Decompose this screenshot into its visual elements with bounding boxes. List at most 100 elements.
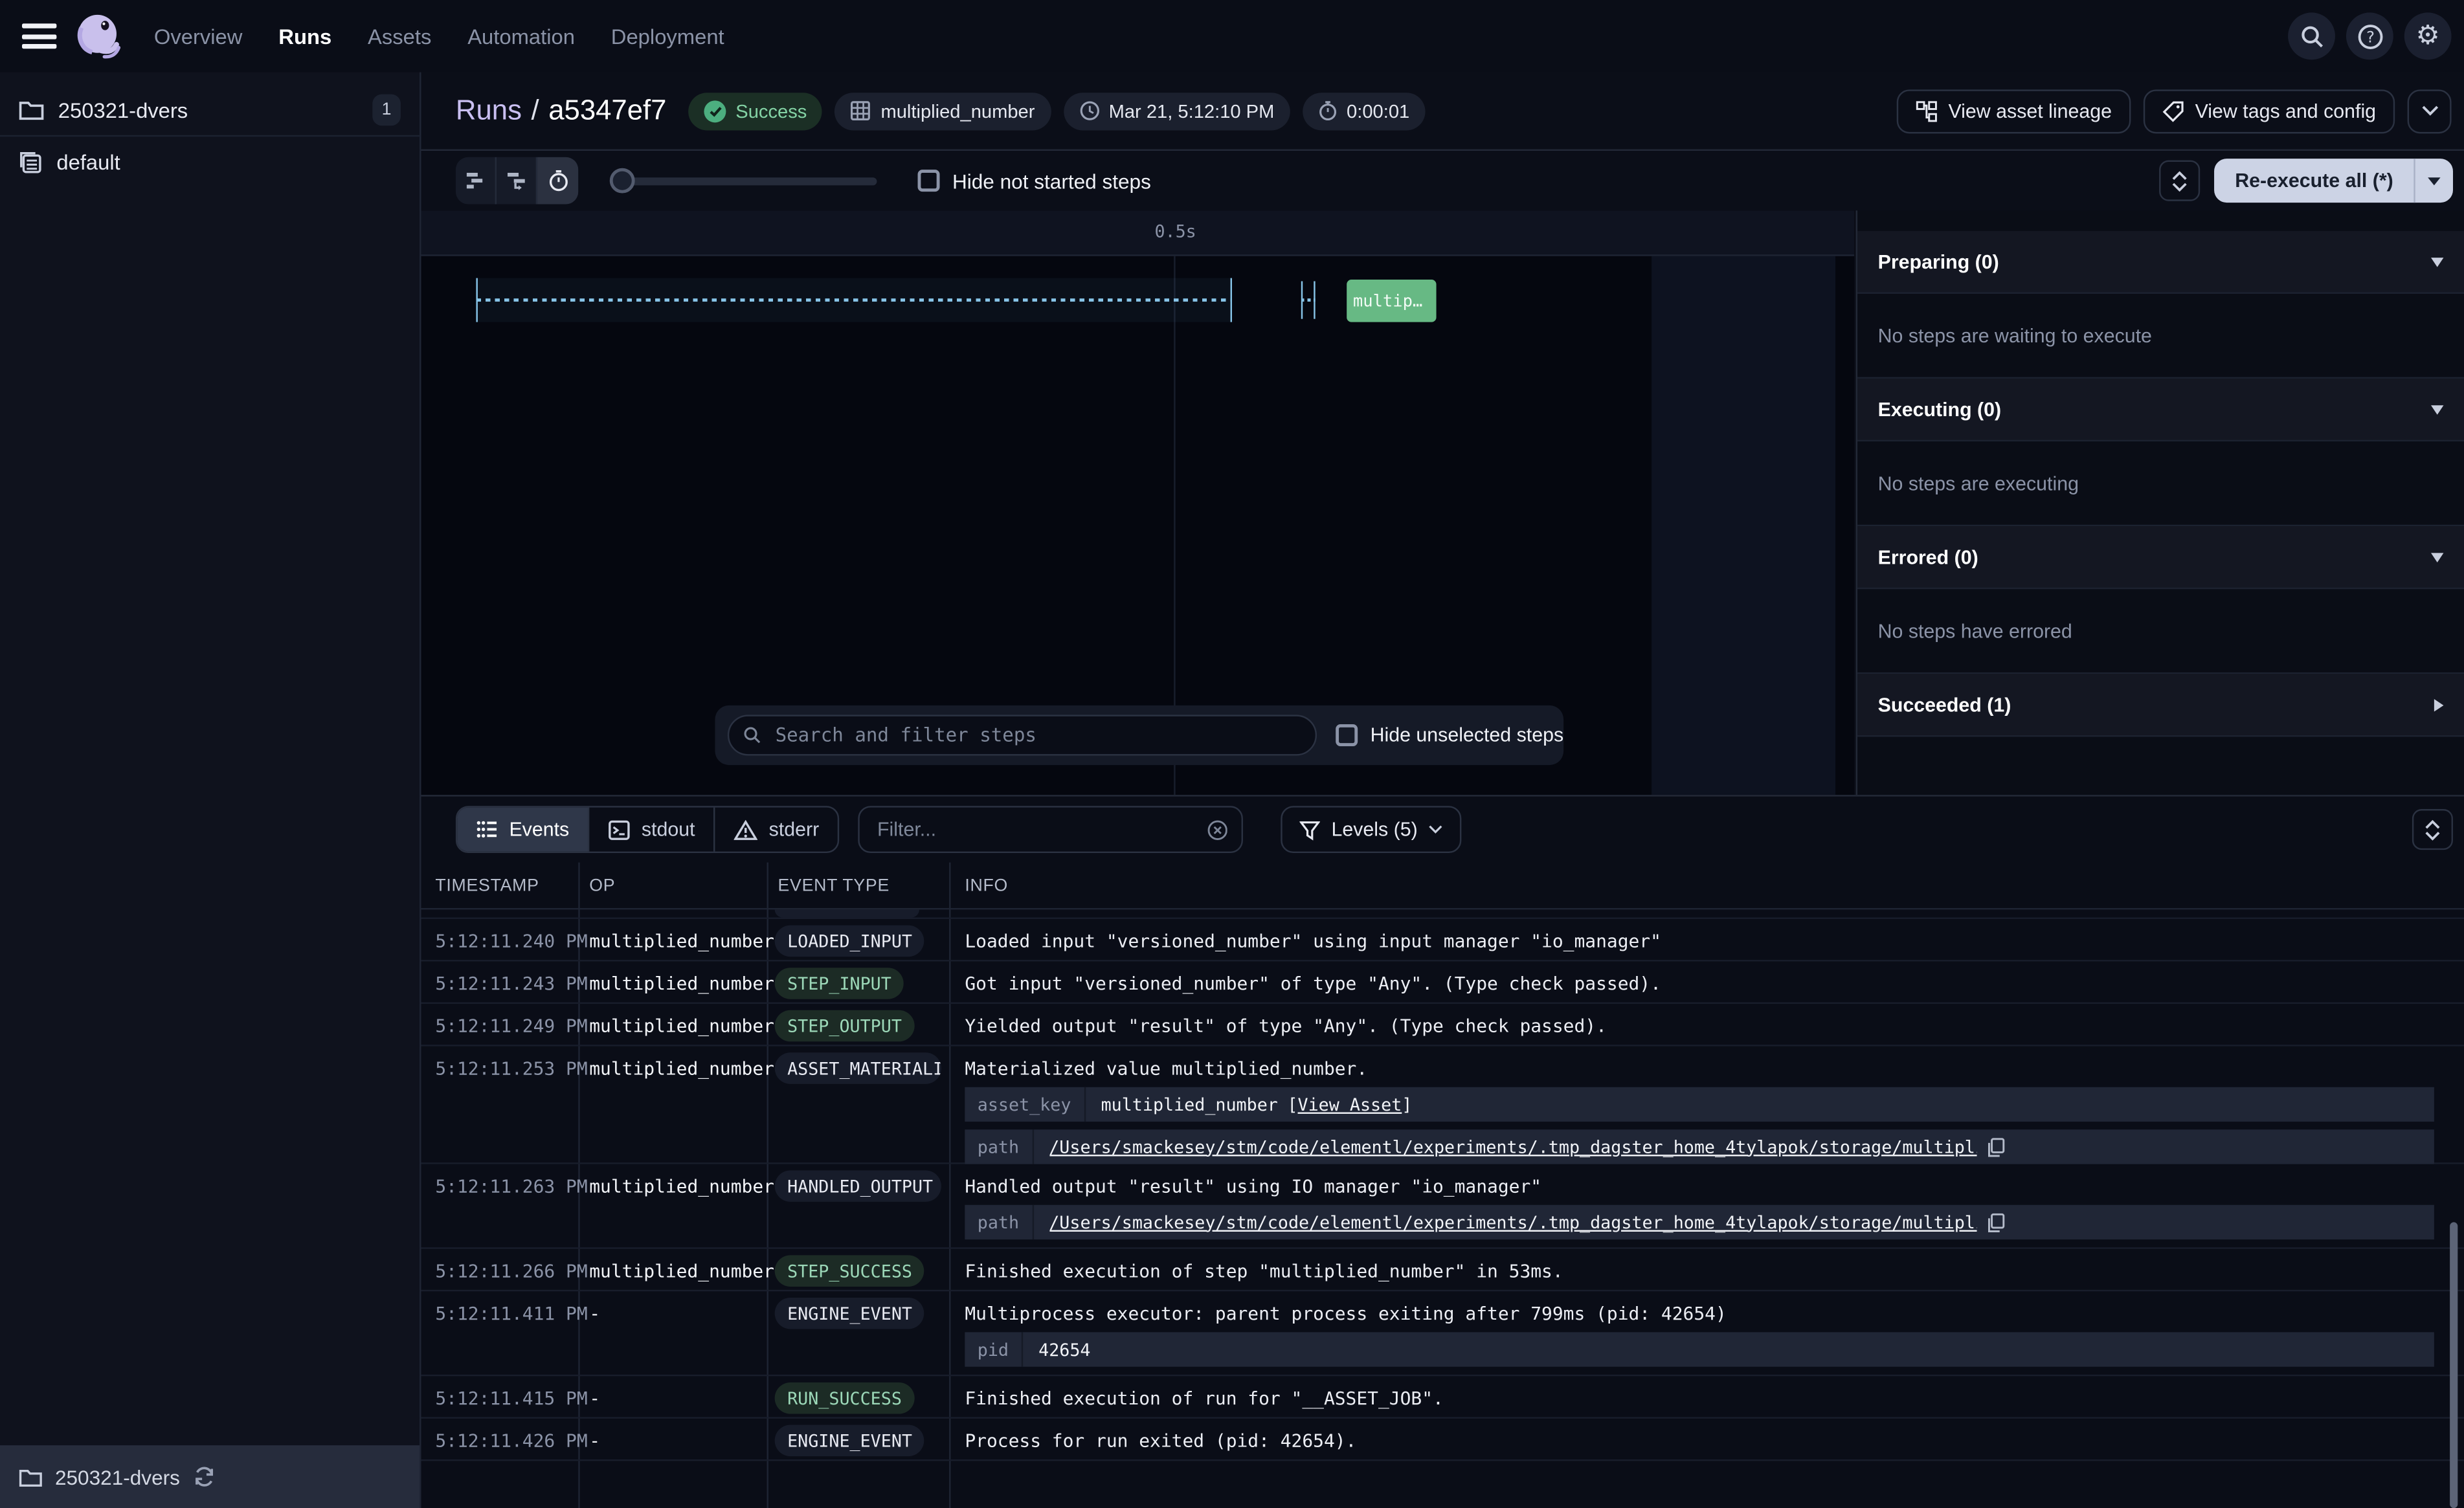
top-nav: Overview Runs Assets Automation Deployme… [0, 0, 2464, 72]
reexecute-options-button[interactable] [2414, 159, 2453, 203]
col-op: OP [578, 876, 767, 894]
settings-button[interactable]: ⚙ [2404, 12, 2452, 60]
nav-assets[interactable]: Assets [368, 25, 431, 48]
sidebar-item-repository[interactable]: 250321-dvers 1 [0, 85, 420, 137]
metadata-row-path: path /Users/smackesey/stm/code/elementl/… [965, 1205, 2434, 1239]
chevron-down-icon [2425, 830, 2440, 840]
expand-panel-button[interactable] [2160, 161, 2201, 201]
metadata-row-path: path /Users/smackesey/stm/code/elementl/… [965, 1129, 2434, 1164]
search-icon [743, 726, 761, 744]
dagster-app: Overview Runs Assets Automation Deployme… [0, 0, 2464, 1508]
chevron-up-icon [2172, 170, 2188, 180]
section-errored-body: No steps have errored [1857, 589, 2464, 674]
path-link[interactable]: /Users/smackesey/stm/code/elementl/exper… [1049, 1137, 1976, 1157]
tab-stderr[interactable]: stderr [715, 808, 838, 852]
breadcrumb-runs-link[interactable]: Runs [456, 94, 522, 126]
hamburger-menu-icon[interactable] [22, 23, 56, 49]
clear-filter-icon[interactable] [1206, 817, 1227, 841]
gantt-search-overlay: Hide unselected steps [715, 705, 1563, 765]
section-errored[interactable]: Errored (0) [1857, 526, 2464, 589]
view-flat-button[interactable] [456, 157, 497, 205]
repository-count-badge: 1 [372, 94, 401, 126]
gantt-view-mode-group [456, 157, 578, 205]
view-timed-button[interactable] [537, 157, 578, 205]
dagster-logo[interactable] [73, 10, 124, 62]
section-preparing[interactable]: Preparing (0) [1857, 231, 2464, 294]
hide-not-started-label: Hide not started steps [952, 169, 1151, 192]
log-filter-box [858, 806, 1244, 853]
left-sidebar: 250321-dvers 1 default 250321-dvers [0, 72, 421, 1508]
event-type-pill: HANDLED_OUTPUT [775, 1170, 941, 1202]
section-executing[interactable]: Executing (0) [1857, 379, 2464, 441]
log-filter-input[interactable] [874, 817, 1196, 842]
path-link[interactable]: /Users/smackesey/stm/code/elementl/exper… [1049, 1212, 1976, 1233]
run-chips: Success multiplied_number Mar 21, 5:12:1… [688, 92, 1425, 129]
primary-nav: Overview Runs Assets Automation Deployme… [154, 25, 724, 48]
flat-view-icon [464, 172, 486, 190]
step-status-panel: Preparing (0) No steps are waiting to ex… [1856, 210, 2464, 795]
timeline-tick-label: 0.5s [1136, 221, 1215, 242]
run-id: a5347ef7 [548, 94, 666, 126]
warning-icon [734, 819, 757, 840]
view-waterfall-button[interactable] [497, 157, 537, 205]
run-header-actions: View asset lineage View tags and config [1896, 89, 2451, 133]
copy-icon[interactable] [1986, 1212, 2004, 1233]
event-type-pill: ASSET_MATERIALI… [775, 1052, 941, 1084]
sidebar-item-job-default[interactable]: default [0, 137, 420, 188]
gantt-toolbar: Hide not started steps Re-execute all (*… [421, 151, 2464, 210]
events-toolbar: Events stdout stderr [421, 797, 2464, 863]
tab-stdout[interactable]: stdout [590, 808, 715, 852]
vertical-scrollbar[interactable] [2450, 1222, 2458, 1508]
nav-runs[interactable]: Runs [278, 25, 331, 48]
table-row: 5:12:11.426 PM - ENGINE_EVENT Process fo… [421, 1419, 2464, 1461]
nav-deployment[interactable]: Deployment [611, 25, 724, 48]
search-button[interactable] [2288, 12, 2335, 60]
chevron-down-icon [2431, 552, 2443, 562]
view-asset-lineage-button[interactable]: View asset lineage [1896, 89, 2131, 133]
check-icon [704, 100, 726, 122]
slider-knob[interactable] [610, 168, 635, 194]
gantt-step-bar[interactable]: multiplied_number [1347, 280, 1436, 322]
job-name: default [56, 151, 120, 174]
reexecute-split-button: Re-execute all (*) [2215, 159, 2453, 203]
col-event-type: EVENT TYPE [767, 876, 950, 894]
hide-unselected-label: Hide unselected steps [1371, 724, 1564, 746]
gantt-toolbar-right: Re-execute all (*) [2160, 159, 2453, 203]
view-tags-config-button[interactable]: View tags and config [2144, 89, 2395, 133]
copy-icon[interactable] [1986, 1137, 2004, 1157]
tab-events[interactable]: Events [457, 808, 589, 852]
svg-text:?: ? [2366, 27, 2374, 45]
asset-tag-chip[interactable]: multiplied_number [835, 92, 1051, 129]
hide-unselected-control: Hide unselected steps [1336, 724, 1563, 746]
run-actions-menu-button[interactable] [2408, 89, 2452, 133]
gantt-chart: 0.5s multiplied_number Hide unselected s… [421, 210, 1855, 795]
step-search-input[interactable] [772, 723, 1301, 748]
expand-logs-button[interactable] [2412, 809, 2453, 850]
levels-dropdown[interactable]: Levels (5) [1281, 806, 1462, 853]
help-button[interactable]: ? [2346, 12, 2393, 60]
refresh-icon[interactable] [192, 1466, 214, 1488]
gantt-timeline-header: 0.5s [421, 210, 1855, 256]
nav-automation[interactable]: Automation [467, 25, 575, 48]
reexecute-all-button[interactable]: Re-execute all (*) [2215, 159, 2414, 203]
view-asset-link[interactable]: View Asset [1298, 1094, 1402, 1115]
table-header: TIMESTAMP OP EVENT TYPE INFO [421, 863, 2464, 910]
chevron-down-icon [1429, 825, 1443, 834]
slider-track [610, 177, 877, 185]
status-badge: Success [688, 92, 822, 129]
step-search-box [728, 715, 1317, 755]
hide-not-started-checkbox[interactable] [918, 170, 940, 192]
events-section: Events stdout stderr [421, 795, 2464, 1508]
terminal-icon [609, 819, 631, 840]
hide-unselected-checkbox[interactable] [1336, 724, 1358, 746]
breadcrumb: Runs/a5347ef7 [456, 94, 667, 128]
nav-overview[interactable]: Overview [154, 25, 243, 48]
job-icon [19, 151, 42, 174]
section-succeeded[interactable]: Succeeded (1) [1857, 674, 2464, 737]
gear-icon: ⚙ [2416, 23, 2440, 49]
zoom-slider[interactable] [610, 157, 877, 205]
gantt-highlight-band [1652, 256, 1835, 795]
table-row: 5:12:11.266 PM multiplied_number STEP_SU… [421, 1249, 2464, 1292]
event-type-pill: STEP_OUTPUT [775, 1010, 915, 1042]
table-row: 5:12:11.411 PM - ENGINE_EVENT Multiproce… [421, 1291, 2464, 1376]
